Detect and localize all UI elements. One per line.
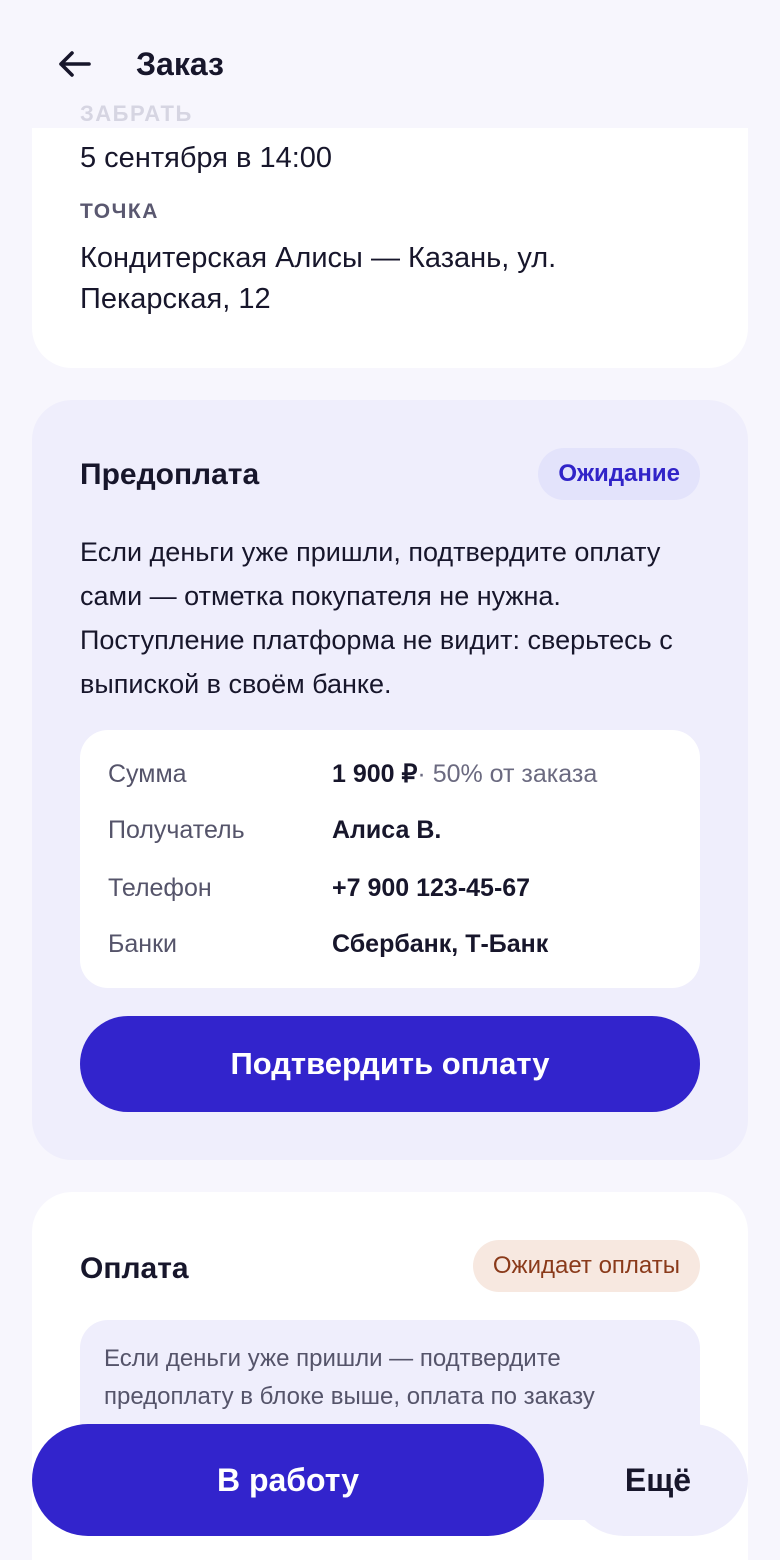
point-address: Кондитерская Алисы — Казань, ул. Пекарск… <box>80 242 557 315</box>
back-button[interactable] <box>50 40 98 88</box>
recipient-label: Получатель <box>108 815 245 844</box>
banks-value: Сбербанк, Т-Банк <box>332 929 549 958</box>
amount-percent: · 50% от заказа <box>417 759 598 788</box>
phone-label: Телефон <box>108 873 212 902</box>
amount-value: 1 900 ₽ <box>332 760 418 788</box>
pickup-card: 5 сентября в 14:00 ТОЧКА Кондитерская Ал… <box>32 128 748 368</box>
more-button[interactable]: Ещё <box>568 1424 748 1536</box>
amount-label: Сумма <box>108 759 187 788</box>
pickup-section-label: ЗАБРАТЬ <box>80 101 193 126</box>
start-work-button[interactable]: В работу <box>32 1424 544 1536</box>
prepayment-title: Предоплата <box>80 458 260 491</box>
page-title: Заказ <box>136 46 224 82</box>
phone-value[interactable]: +7 900 123-45-67 <box>332 874 530 903</box>
payment-status-badge: Ожидает оплаты <box>472 1240 700 1292</box>
pickup-date: 5 сентября в 14:00 <box>80 142 333 174</box>
detail-row-recipient: Получатель Алиса В. <box>108 812 678 848</box>
payment-title: Оплата <box>80 1252 189 1285</box>
confirm-payment-button[interactable]: Подтвердить оплату <box>80 1016 700 1112</box>
banks-label: Банки <box>108 929 178 958</box>
arrow-left-icon <box>59 51 91 77</box>
payment-details: Сумма 1 900 ₽ · 50% от заказа Получатель… <box>80 730 700 988</box>
prepayment-status-badge: Ожидание <box>538 448 700 500</box>
order-screen: 5 сентября в 14:00 ТОЧКА Кондитерская Ал… <box>0 0 780 1560</box>
prepayment-card: Предоплата Ожидание Если деньги уже приш… <box>32 400 748 1160</box>
point-label: ТОЧКА <box>80 200 159 223</box>
detail-row-phone: Телефон +7 900 123-45-67 <box>108 870 678 906</box>
recipient-value: Алиса В. <box>332 815 442 844</box>
detail-row-banks: Банки Сбербанк, Т-Банк <box>108 926 678 962</box>
detail-row-amount: Сумма 1 900 ₽ · 50% от заказа <box>108 756 678 792</box>
prepayment-description: Если деньги уже пришли, подтвердите опла… <box>80 537 673 699</box>
